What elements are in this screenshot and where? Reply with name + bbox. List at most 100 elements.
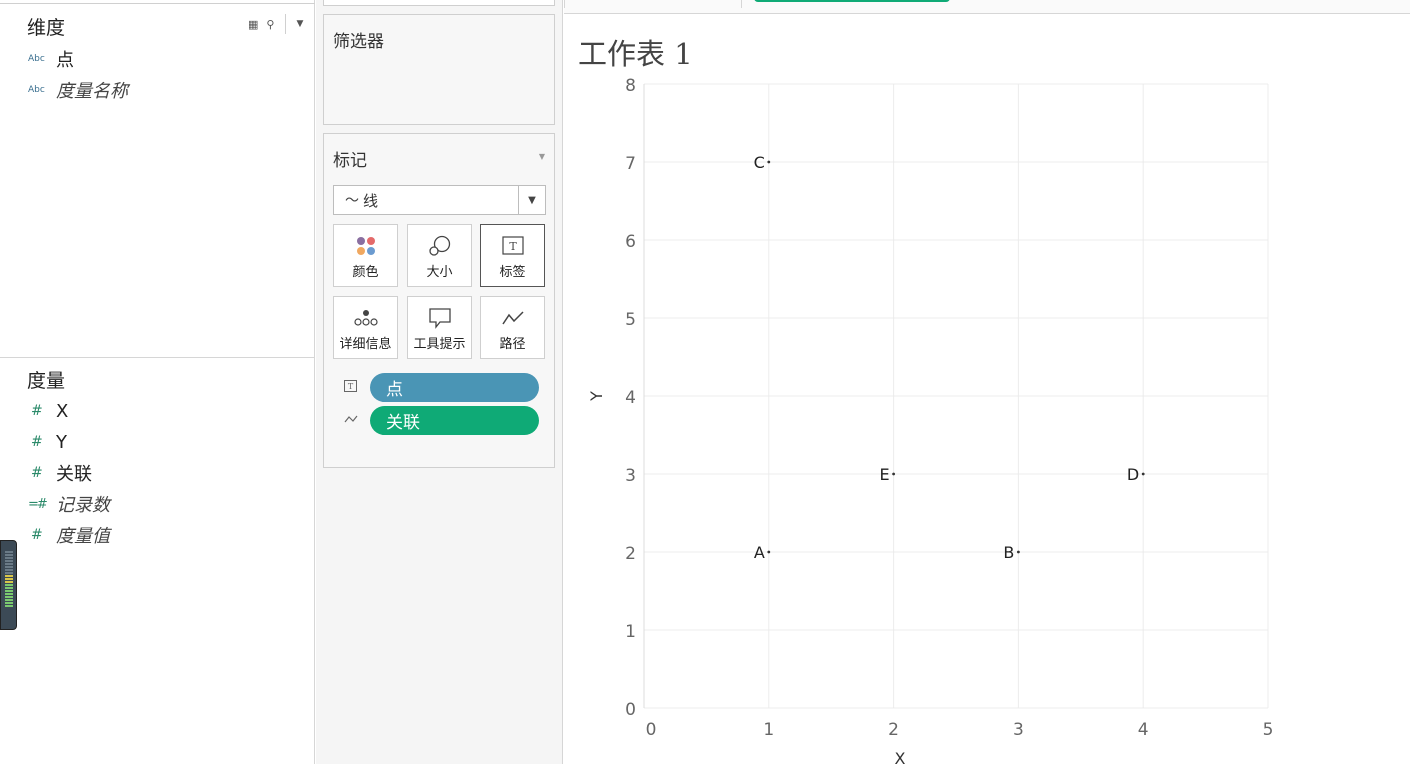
- dimension-field-point[interactable]: Abc 点: [0, 45, 315, 73]
- detail-icon: [353, 297, 379, 333]
- x-axis-title: X: [895, 749, 906, 764]
- field-label: 度量值: [56, 526, 110, 547]
- label-button[interactable]: T 标签: [480, 224, 545, 287]
- measure-field-x[interactable]: # X: [0, 397, 315, 425]
- detail-button[interactable]: 详细信息: [333, 296, 398, 359]
- chevron-down-icon[interactable]: ▼: [539, 152, 545, 161]
- color-icon: [355, 225, 377, 261]
- chevron-down-icon[interactable]: ▼: [296, 19, 303, 29]
- tooltip-label: 工具提示: [413, 337, 466, 352]
- field-label: 关联: [56, 464, 92, 485]
- measure-field-measure-values[interactable]: # 度量值: [0, 521, 315, 549]
- y-tick-label: 4: [625, 388, 636, 408]
- x-tick-label: 4: [1138, 720, 1149, 740]
- measure-field-record-count[interactable]: =# 记录数: [0, 490, 315, 518]
- number-type-icon: #: [31, 465, 43, 481]
- data-point: [892, 472, 895, 476]
- field-pill-link[interactable]: 关联: [370, 405, 539, 435]
- data-pane: 维度 ▦ ⚲ ▼ Abc 点 Abc 度量名称 度量 # X # Y # 关联: [0, 0, 315, 764]
- data-point: [767, 160, 771, 164]
- number-type-icon: #: [31, 434, 43, 450]
- text-icon[interactable]: T: [344, 379, 370, 395]
- mark-pill-row-path: 关联: [344, 405, 539, 435]
- y-tick-label: 5: [625, 310, 636, 330]
- x-tick-label: 5: [1263, 720, 1274, 740]
- filters-title: 筛选器: [333, 32, 384, 52]
- scatter-chart[interactable]: 0 1 2 3 4 5 6 7 8 0 1 2 3 4 5 Y X A B C D E: [564, 70, 1410, 764]
- measure-field-link[interactable]: # 关联: [0, 459, 315, 487]
- line-path-icon[interactable]: [344, 414, 370, 427]
- x-tick-label: 2: [888, 720, 899, 740]
- text-icon: T: [501, 225, 524, 261]
- view-list-icon[interactable]: ▦: [248, 18, 258, 31]
- y-tick-label: 7: [625, 154, 636, 174]
- y-tick-label: 8: [625, 76, 636, 96]
- dimension-field-measure-names[interactable]: Abc 度量名称: [0, 76, 315, 104]
- marks-title: 标记: [333, 151, 367, 171]
- mark-type-select[interactable]: 〜 线 ▼: [333, 185, 546, 215]
- string-type-icon: Abc: [28, 85, 45, 95]
- data-point: [767, 550, 771, 554]
- data-label: C: [754, 153, 765, 172]
- marks-card: 标记 ▼ 〜 线 ▼ 颜色 大小 T 标签 详细信息 工具提示 路径 T 点 关…: [323, 133, 555, 468]
- pane-top-border: [0, 0, 315, 4]
- size-icon: [428, 225, 452, 261]
- mark-pill-row-label: T 点: [344, 372, 539, 402]
- calculated-number-icon: =#: [28, 496, 48, 512]
- pages-card: [323, 0, 555, 6]
- mark-type-value: 线: [363, 191, 379, 210]
- tooltip-icon: [428, 297, 452, 333]
- y-tick-label: 2: [625, 544, 636, 564]
- color-label: 颜色: [352, 265, 379, 280]
- path-icon: [501, 297, 525, 333]
- detail-label: 详细信息: [339, 337, 392, 352]
- tableau-app: 维度 ▦ ⚲ ▼ Abc 点 Abc 度量名称 度量 # X # Y # 关联: [0, 0, 1410, 764]
- data-label: E: [879, 465, 889, 484]
- tool-divider: [285, 14, 287, 34]
- worksheet-title[interactable]: 工作表 1: [578, 31, 693, 73]
- path-button[interactable]: 路径: [480, 296, 545, 359]
- measures-title: 度量: [27, 370, 66, 392]
- field-label: 点: [56, 50, 74, 71]
- data-label: B: [1003, 543, 1014, 562]
- svg-text:T: T: [509, 240, 517, 253]
- dimensions-title: 维度: [27, 17, 66, 39]
- pane-divider[interactable]: [0, 357, 315, 358]
- data-point: [1017, 550, 1020, 554]
- field-label: X: [56, 400, 69, 422]
- data-point: [1141, 472, 1145, 476]
- y-tick-label: 6: [625, 232, 636, 252]
- chevron-down-icon[interactable]: ▼: [518, 186, 545, 214]
- size-button[interactable]: 大小: [407, 224, 472, 287]
- x-tick-label: 1: [763, 720, 774, 740]
- x-tick-label: 3: [1013, 720, 1024, 740]
- side-meter-widget[interactable]: [0, 540, 17, 630]
- color-button[interactable]: 颜色: [333, 224, 398, 287]
- path-label: 路径: [499, 337, 526, 352]
- shelves-bar: [564, 0, 1410, 14]
- tooltip-button[interactable]: 工具提示: [407, 296, 472, 359]
- search-icon[interactable]: ⚲: [266, 18, 274, 31]
- columns-shelf[interactable]: [564, 0, 742, 8]
- y-tick-label: 1: [625, 622, 636, 642]
- cards-pane: 筛选器 标记 ▼ 〜 线 ▼ 颜色 大小 T 标签 详细信息 工具提示 路径 T…: [316, 0, 563, 764]
- data-label: A: [754, 543, 765, 562]
- pane-tools: ▦ ⚲ ▼: [248, 14, 303, 34]
- meter-bars: [5, 551, 13, 621]
- shelf-pill[interactable]: [754, 0, 950, 2]
- line-mark-icon: 〜: [345, 193, 359, 209]
- string-type-icon: Abc: [28, 54, 45, 64]
- field-label: 记录数: [56, 495, 110, 516]
- measure-field-y[interactable]: # Y: [0, 428, 315, 456]
- number-type-icon: #: [31, 403, 43, 419]
- field-pill-point[interactable]: 点: [370, 372, 539, 402]
- y-axis-title: Y: [587, 391, 606, 402]
- field-label: Y: [56, 431, 67, 453]
- y-tick-label: 0: [625, 700, 636, 720]
- filters-card[interactable]: 筛选器: [323, 14, 555, 125]
- size-label: 大小: [426, 265, 453, 280]
- y-tick-label: 3: [625, 466, 636, 486]
- svg-text:T: T: [348, 382, 354, 391]
- x-tick-label: 0: [646, 720, 657, 740]
- data-label: D: [1127, 465, 1139, 484]
